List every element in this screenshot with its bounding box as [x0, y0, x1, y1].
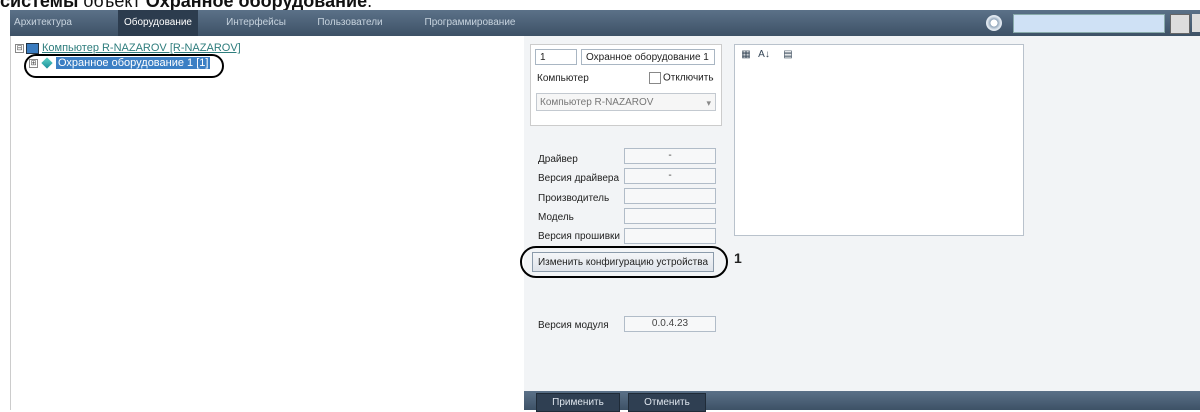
- manufacturer-label: Производитель: [538, 193, 610, 204]
- firmware-version-value: [624, 228, 716, 244]
- apply-button[interactable]: Применить: [536, 393, 620, 412]
- tab-interfaces[interactable]: Интерфейсы: [216, 10, 296, 36]
- manufacturer-value: [624, 188, 716, 204]
- driver-version-value: -: [624, 168, 716, 184]
- module-version-value: 0.0.4.23: [624, 316, 716, 332]
- computer-label[interactable]: Компьютер R-NAZAROV [R-NAZAROV]: [42, 42, 241, 54]
- tab-users[interactable]: Пользователи: [315, 10, 385, 36]
- hardware-tree: ⊟ Компьютер R-NAZAROV [R-NAZAROV] ⊞ Охранн…: [10, 36, 525, 410]
- tab-programming[interactable]: Программирование: [420, 10, 520, 36]
- footer-bar: Применить Отменить: [524, 391, 1200, 412]
- tab-hardware[interactable]: Оборудование: [118, 10, 198, 36]
- property-pages-icon[interactable]: ▤: [781, 48, 795, 62]
- settings-gear-icon[interactable]: [986, 15, 1002, 31]
- grid-view-icon[interactable]: [1170, 14, 1190, 34]
- chevron-down-icon: ▾: [706, 98, 711, 108]
- disable-label: Отключить: [663, 72, 714, 84]
- property-grid-toolbar: ▦ A↓ ▤: [735, 45, 1023, 65]
- cancel-button[interactable]: Отменить: [628, 393, 706, 412]
- firmware-version-label: Версия прошивки: [538, 231, 620, 242]
- top-toolbar: Архитектура Оборудование Интерфейсы Поль…: [10, 10, 1200, 36]
- tab-architecture[interactable]: Архитектура: [10, 10, 76, 36]
- property-grid: ▦ A↓ ▤: [734, 44, 1024, 236]
- search-input[interactable]: [1013, 14, 1165, 33]
- model-value: [624, 208, 716, 224]
- computer-select-value: Компьютер R-NAZAROV: [540, 97, 654, 108]
- computer-icon: [26, 42, 39, 54]
- module-version-label: Версия модуля: [538, 320, 609, 331]
- object-id-field[interactable]: 1: [535, 49, 577, 65]
- model-label: Модель: [538, 212, 574, 223]
- computer-select[interactable]: Компьютер R-NAZAROV ▾: [536, 93, 716, 111]
- sort-alphabetical-icon[interactable]: A↓: [757, 48, 771, 62]
- menu-icon[interactable]: [1192, 14, 1200, 32]
- checkbox-icon[interactable]: [649, 72, 661, 84]
- driver-value: -: [624, 148, 716, 164]
- highlight-oval-tree: [24, 54, 224, 78]
- object-name-field[interactable]: Охранное оборудование 1: [581, 49, 715, 65]
- driver-version-label: Версия драйвера: [538, 173, 620, 184]
- categorized-icon[interactable]: ▦: [739, 48, 753, 62]
- collapse-icon[interactable]: ⊟: [15, 43, 24, 53]
- computer-label-text: Компьютер: [537, 73, 589, 84]
- tree-item-computer[interactable]: ⊟ Компьютер R-NAZAROV [R-NAZAROV]: [15, 41, 241, 55]
- driver-label: Драйвер: [538, 154, 578, 165]
- highlight-oval-config-button: [520, 246, 728, 278]
- callout-number: 1: [734, 250, 742, 266]
- object-properties: 1 Охранное оборудование 1 Компьютер Откл…: [530, 44, 722, 126]
- disable-checkbox[interactable]: Отключить: [649, 72, 714, 84]
